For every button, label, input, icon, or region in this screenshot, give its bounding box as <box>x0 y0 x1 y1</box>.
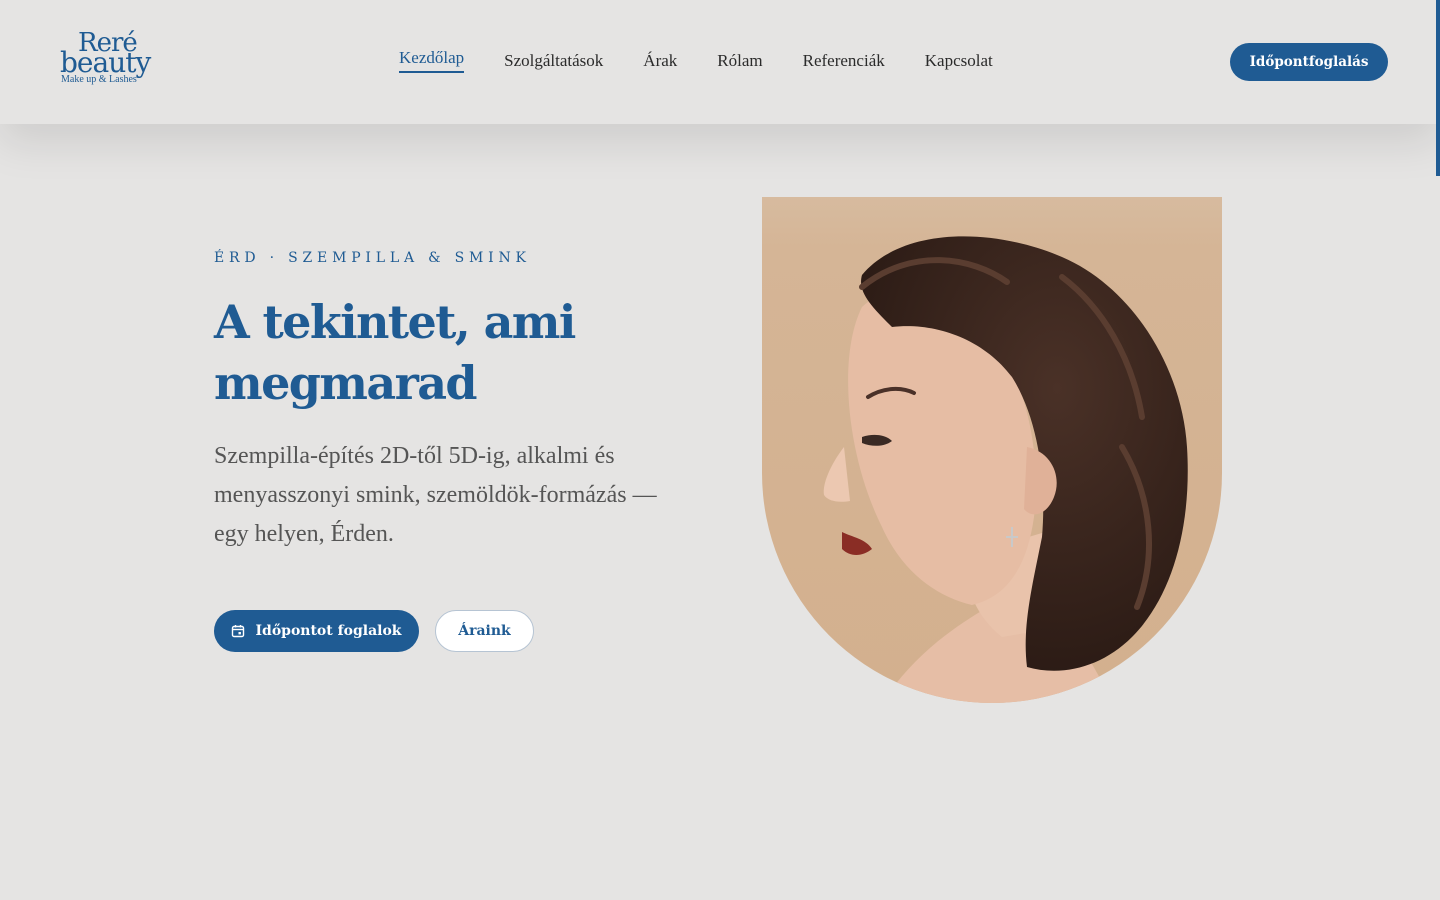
hero-headline: A tekintet, ami megmarad <box>214 295 576 410</box>
logo-tagline: Make up & Lashes <box>61 74 137 85</box>
hero-portrait-image <box>762 197 1222 703</box>
site-header: Reré beauty Make up & Lashes Kezdőlap Sz… <box>0 0 1440 124</box>
nav-item-kezdolap[interactable]: Kezdőlap <box>399 45 465 73</box>
nav-item-arak[interactable]: Árak <box>643 48 677 74</box>
nav-item-referenciak[interactable]: Referenciák <box>803 48 885 74</box>
calendar-icon <box>231 624 245 638</box>
hero-eyebrow: ÉRD · SZEMPILLA & SMINK <box>214 250 531 266</box>
brand-logo[interactable]: Reré beauty Make up & Lashes <box>60 30 170 90</box>
book-appointment-label: Időpontot foglalok <box>255 623 402 639</box>
scrollbar-thumb[interactable] <box>1436 0 1440 176</box>
nav-item-szolgaltatasok[interactable]: Szolgáltatások <box>504 48 603 74</box>
main-nav: Kezdőlap Szolgáltatások Árak Rólam Refer… <box>399 48 1033 74</box>
hero-lead: Szempilla-építés 2D-től 5D-ig, alkalmi é… <box>214 443 657 547</box>
prices-button[interactable]: Áraink <box>435 610 534 652</box>
header-booking-button[interactable]: Időpontfoglalás <box>1230 43 1388 81</box>
nav-item-rolam[interactable]: Rólam <box>717 48 762 74</box>
nav-item-kapcsolat[interactable]: Kapcsolat <box>925 48 993 74</box>
book-appointment-button[interactable]: Időpontot foglalok <box>214 610 419 652</box>
